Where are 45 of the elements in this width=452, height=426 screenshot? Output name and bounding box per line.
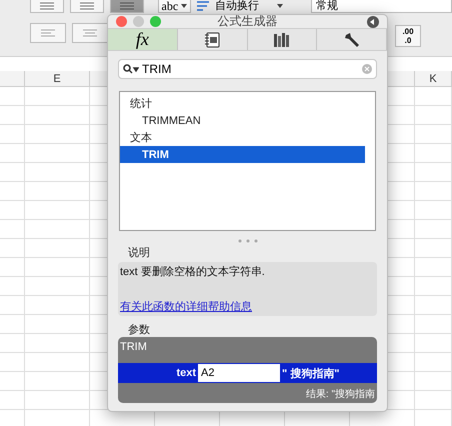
lines-icon: [40, 2, 54, 10]
lines-icon: [80, 2, 94, 10]
section-label: 参数: [127, 323, 151, 337]
column-header[interactable]: K: [415, 71, 452, 86]
books-icon: [272, 32, 291, 48]
splitter-handle-icon[interactable]: [238, 239, 258, 243]
number-format-dropdown[interactable]: 常规: [311, 0, 452, 13]
builder-tab[interactable]: [317, 29, 387, 50]
function-name: TRIM: [119, 340, 148, 355]
align-button[interactable]: [30, 23, 66, 43]
align-left-icon: [41, 29, 55, 37]
builder-tab[interactable]: [178, 29, 248, 50]
category-header[interactable]: 文本: [120, 129, 365, 146]
function-item[interactable]: TRIMMEAN: [120, 112, 365, 129]
search-field[interactable]: TRIM: [118, 59, 377, 79]
argument-value: " 搜狗指南": [281, 366, 340, 380]
close-button[interactable]: [116, 16, 127, 27]
builder-tab[interactable]: [248, 29, 318, 50]
book-icon: [204, 32, 220, 48]
back-icon[interactable]: [367, 16, 379, 28]
section-label: 说明: [127, 246, 151, 260]
wrap-text-button[interactable]: 自动换行: [197, 0, 284, 13]
builder-tab[interactable]: fx: [108, 29, 178, 50]
align-button[interactable]: [72, 23, 108, 43]
text-orientation-button[interactable]: abc: [158, 0, 192, 13]
align-button[interactable]: [110, 0, 144, 13]
caret-icon: [277, 4, 284, 8]
align-center-icon: [83, 29, 97, 37]
search-icon: [123, 64, 139, 74]
align-button[interactable]: [70, 0, 104, 13]
result-text: 结果: "搜狗指南: [306, 388, 376, 402]
category-header[interactable]: 统计: [120, 95, 365, 112]
help-link[interactable]: 有关此函数的详细帮助信息: [120, 299, 375, 314]
argument-field[interactable]: A2: [198, 364, 280, 382]
description-text: text 要删除空格的文本字符串.: [120, 264, 266, 279]
wrap-icon: [197, 0, 212, 12]
argument-name: text: [175, 367, 197, 379]
function-item[interactable]: TRIM: [120, 146, 365, 163]
decrease-decimal-button[interactable]: .00 .0: [395, 25, 421, 47]
lines-icon: [120, 2, 134, 10]
align-button[interactable]: [30, 0, 64, 13]
window-title: 公式生成器: [218, 13, 278, 30]
column-header[interactable]: E: [25, 71, 90, 86]
wrench-icon: [344, 32, 360, 48]
caret-icon: [181, 4, 188, 8]
